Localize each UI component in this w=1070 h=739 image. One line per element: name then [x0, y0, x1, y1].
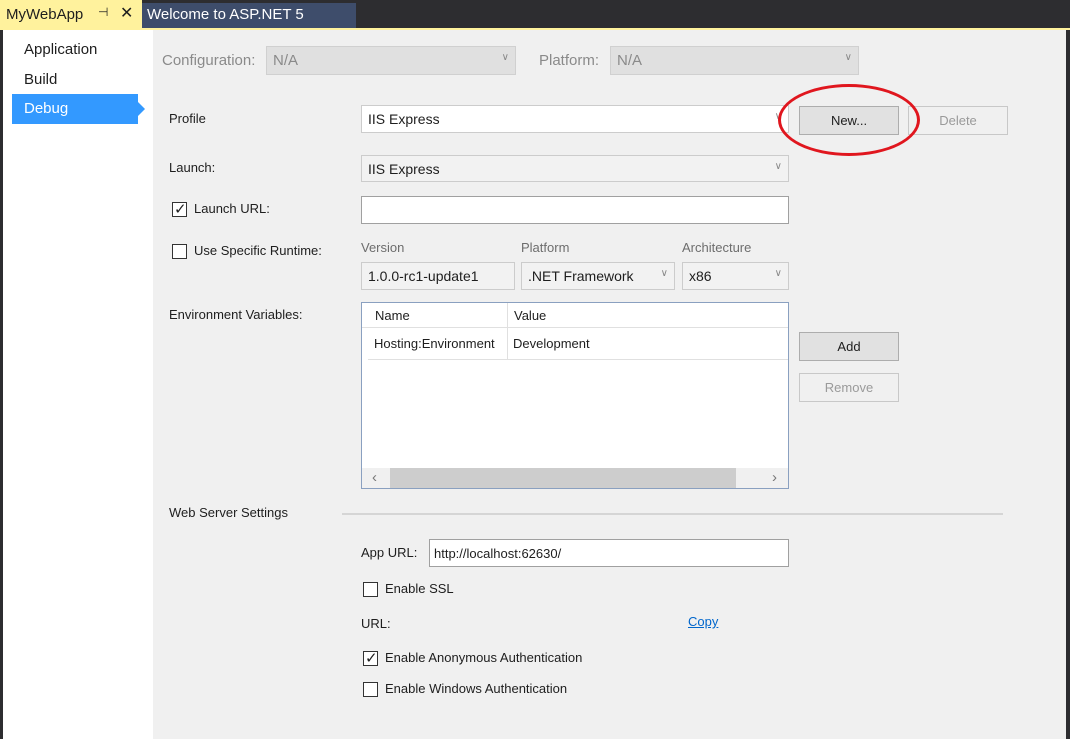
app-url-label: App URL:	[361, 545, 418, 560]
runtime-platform-value: .NET Framework	[528, 268, 634, 284]
remove-env-button[interactable]: Remove	[799, 373, 899, 402]
chevron-down-icon: ∨	[774, 268, 782, 279]
chevron-down-icon: ∨	[660, 268, 668, 279]
sidebar-item-application[interactable]: Application	[12, 35, 138, 65]
sidebar-item-debug[interactable]: Debug	[12, 94, 145, 124]
sidebar-item-build[interactable]: Build	[12, 65, 138, 95]
profile-select[interactable]: IIS Express ∨	[361, 105, 789, 133]
checkmark-icon: ✓	[365, 650, 378, 667]
launch-url-checkbox[interactable]: ✓	[172, 201, 187, 218]
checkmark-icon: ✓	[174, 201, 187, 218]
table-row[interactable]: Hosting:Environment Development	[368, 328, 788, 360]
delete-profile-button[interactable]: Delete	[908, 106, 1008, 135]
tab-welcome[interactable]: Welcome to ASP.NET 5	[142, 3, 356, 28]
tab-welcome-label: Welcome to ASP.NET 5	[147, 6, 304, 23]
runtime-platform-select[interactable]: .NET Framework ∨	[521, 262, 675, 290]
chevron-down-icon: ∨	[501, 52, 509, 63]
version-label: Version	[361, 240, 405, 255]
env-row-value: Development	[513, 336, 590, 351]
launch-value: IIS Express	[368, 161, 440, 177]
launch-select[interactable]: IIS Express ∨	[361, 155, 789, 182]
profile-value: IIS Express	[368, 111, 440, 127]
grid-col-value-label[interactable]: Value	[514, 308, 546, 323]
anonymous-auth-label: Enable Anonymous Authentication	[385, 650, 583, 665]
close-icon[interactable]: ✕	[120, 3, 133, 23]
grid-col-name-label: Name	[375, 308, 410, 323]
sidebar: Application Build Debug	[3, 30, 153, 739]
configuration-select[interactable]: N/A ∨	[266, 46, 516, 75]
enable-ssl-label: Enable SSL	[385, 581, 454, 596]
grid-col-name[interactable]: Name	[368, 303, 508, 327]
tab-mywebapp[interactable]: MyWebApp ⊣ ✕	[0, 0, 142, 28]
scrollbar-thumb[interactable]	[390, 468, 736, 488]
env-vars-label: Environment Variables:	[169, 307, 303, 322]
runtime-platform-label: Platform	[521, 240, 570, 255]
windows-auth-checkbox[interactable]	[363, 682, 378, 697]
specific-runtime-checkbox[interactable]	[172, 244, 187, 259]
window-frame-right	[1066, 30, 1070, 739]
tab-mywebapp-label: MyWebApp	[6, 6, 84, 23]
platform-select[interactable]: N/A ∨	[610, 46, 859, 75]
web-server-settings-heading: Web Server Settings	[169, 505, 288, 520]
section-divider	[342, 513, 1003, 515]
scroll-right-icon[interactable]: ›	[772, 469, 777, 486]
copy-link[interactable]: Copy	[688, 614, 718, 629]
chevron-down-icon: ∨	[844, 52, 852, 63]
configuration-label: Configuration:	[162, 52, 256, 69]
windows-auth-label: Enable Windows Authentication	[385, 681, 568, 696]
horizontal-scrollbar[interactable]: ‹ ›	[362, 468, 788, 488]
app-url-input[interactable]: http://localhost:62630/	[429, 539, 789, 567]
chevron-down-icon: ∨	[774, 161, 782, 172]
env-vars-grid[interactable]: Name Value Hosting:Environment Developme…	[361, 302, 789, 489]
profile-label: Profile	[169, 111, 206, 126]
architecture-label: Architecture	[682, 240, 752, 255]
grid-cell-name[interactable]: Hosting:Environment	[368, 328, 508, 359]
grid-header: Name Value	[362, 303, 788, 328]
ssl-url-label: URL:	[361, 616, 391, 631]
launch-url-label: Launch URL:	[194, 201, 270, 216]
version-select[interactable]: 1.0.0-rc1-update1	[361, 262, 515, 290]
pin-icon[interactable]: ⊣	[98, 5, 108, 19]
app-url-value: http://localhost:62630/	[434, 546, 562, 561]
scroll-left-icon[interactable]: ‹	[372, 469, 377, 486]
architecture-select[interactable]: x86 ∨	[682, 262, 789, 290]
highlight-circle	[778, 84, 920, 156]
env-row-name: Hosting:Environment	[374, 336, 495, 351]
configuration-value: N/A	[273, 52, 299, 69]
tab-underline	[0, 28, 1070, 30]
version-value: 1.0.0-rc1-update1	[368, 268, 479, 284]
platform-value: N/A	[617, 52, 643, 69]
launch-url-input[interactable]	[361, 196, 789, 224]
add-env-button[interactable]: Add	[799, 332, 899, 361]
platform-label: Platform:	[539, 52, 600, 69]
anonymous-auth-checkbox[interactable]: ✓	[363, 650, 378, 667]
enable-ssl-checkbox[interactable]	[363, 582, 378, 597]
specific-runtime-label: Use Specific Runtime:	[194, 243, 322, 258]
architecture-value: x86	[689, 268, 712, 284]
launch-label: Launch:	[169, 160, 216, 175]
